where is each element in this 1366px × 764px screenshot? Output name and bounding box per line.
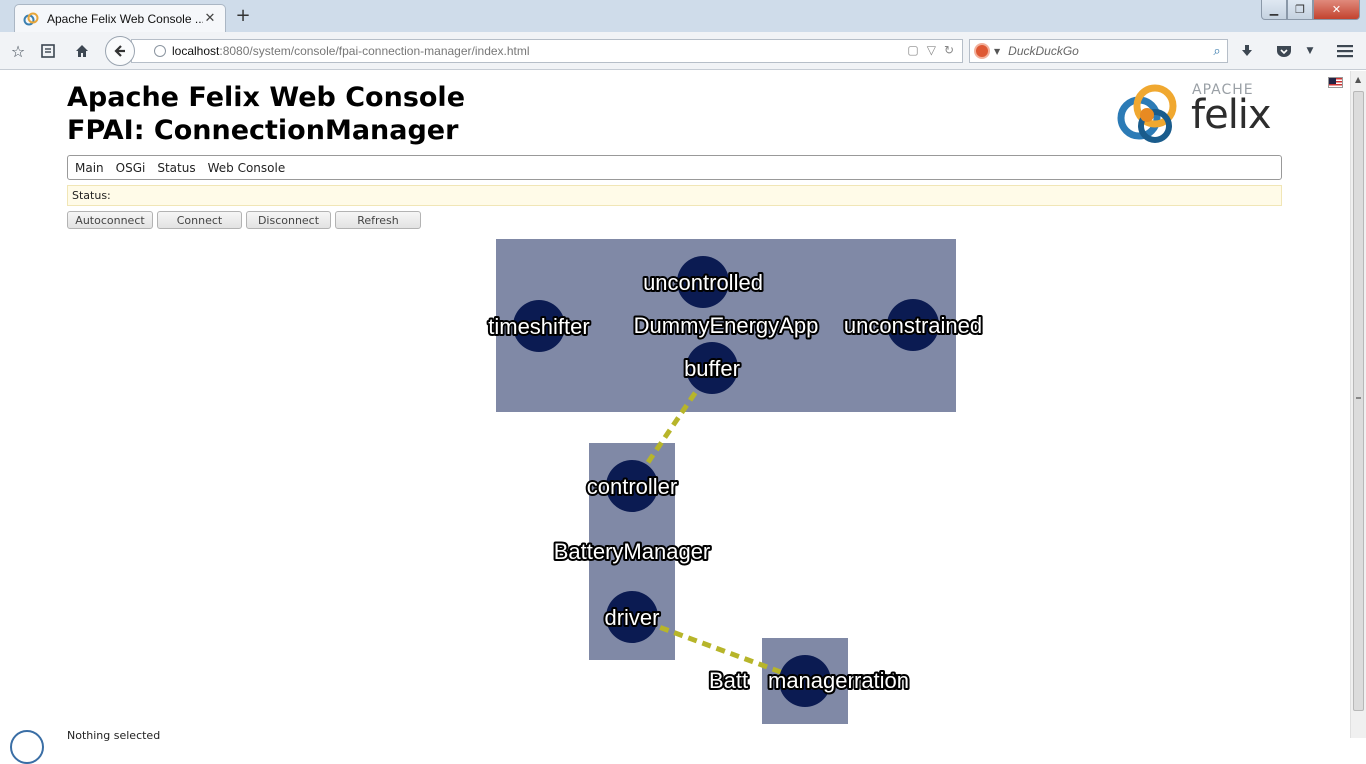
- label-batt: Batt: [709, 668, 748, 693]
- scroll-grip: [1356, 397, 1361, 399]
- selection-status: Nothing selected: [67, 729, 161, 742]
- label-timeshifter: timeshifter: [488, 314, 589, 339]
- label-dummy-energy-app: DummyEnergyApp: [634, 313, 819, 338]
- label-buffer: buffer: [684, 356, 740, 381]
- label-controller: controller: [587, 474, 677, 499]
- label-batt-port: ration: [854, 668, 909, 693]
- scroll-thumb[interactable]: [1353, 91, 1364, 711]
- scroll-up-icon[interactable]: ▲: [1355, 75, 1361, 84]
- label-battery-manager: BatteryManager: [554, 539, 711, 564]
- label-uncontrolled: uncontrolled: [643, 270, 763, 295]
- page-scrollbar[interactable]: ▲: [1350, 71, 1366, 738]
- selection-icon: [10, 730, 44, 764]
- label-driver: driver: [604, 605, 659, 630]
- label-unconstrained: unconstrained: [844, 313, 982, 338]
- connection-graph[interactable]: uncontrolled timeshifter DummyEnergyApp …: [0, 0, 1350, 738]
